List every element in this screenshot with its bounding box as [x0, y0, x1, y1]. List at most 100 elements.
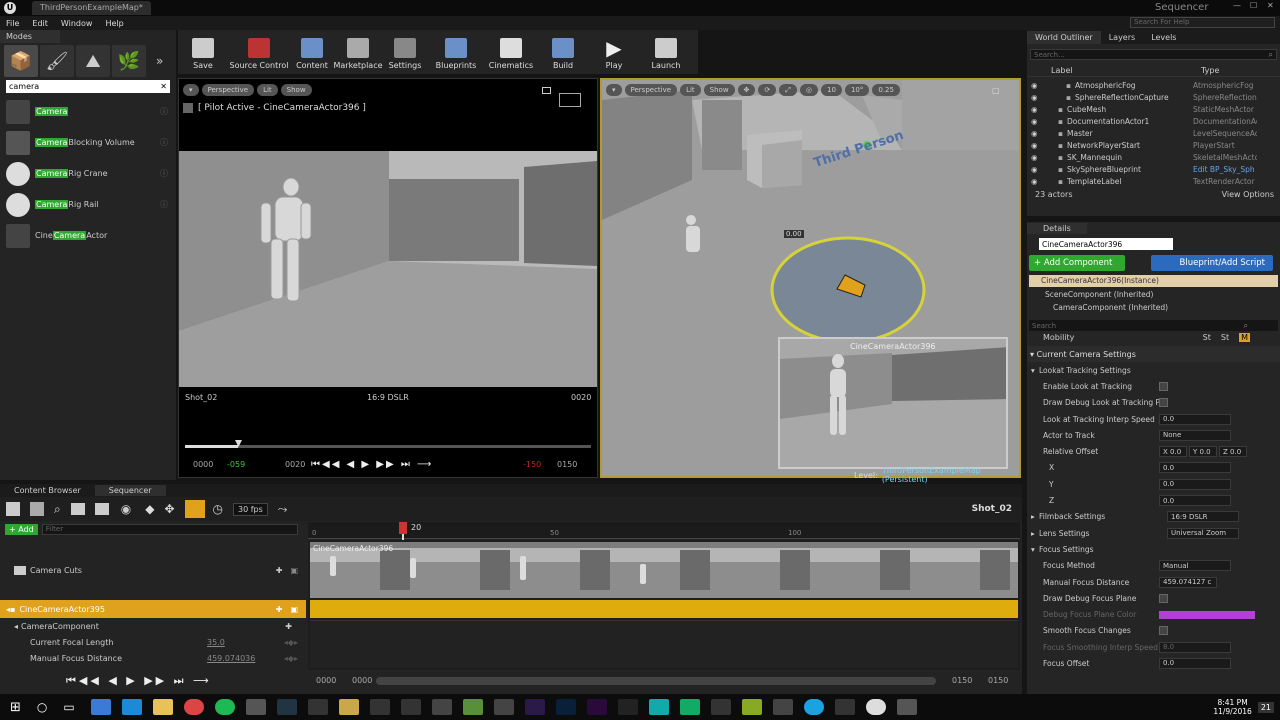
range-start-b[interactable]: 0000: [352, 676, 376, 685]
expand-icon[interactable]: ▸: [1031, 512, 1039, 521]
scale-snap-value[interactable]: 0.25: [872, 84, 900, 96]
folder-icon[interactable]: [152, 699, 173, 715]
play-button[interactable]: ▶ Play: [588, 30, 640, 74]
detail-row[interactable]: Draw Debug Look at Tracking P: [1027, 395, 1280, 411]
value-field[interactable]: 0.0: [1159, 413, 1231, 425]
save-icon[interactable]: [6, 502, 20, 516]
world-icon[interactable]: ◎: [799, 84, 819, 96]
color-swatch[interactable]: [1159, 610, 1255, 619]
component-section[interactable]: [310, 620, 1018, 668]
outliner-row[interactable]: ◉ ▪ Master LevelSequenceAct: [1027, 127, 1280, 139]
minimize-button[interactable]: —: [1233, 1, 1241, 10]
add-key-icon[interactable]: ✚: [276, 605, 283, 614]
x-field[interactable]: X 0.0: [1159, 446, 1187, 458]
close-viewport-icon[interactable]: ▢: [992, 86, 1000, 95]
detail-row[interactable]: Manual Focus Distance 459.074127 c: [1027, 574, 1280, 590]
app-icon[interactable]: [679, 699, 700, 715]
outliner-row[interactable]: ◉ ▪ SphereReflectionCapture SphereReflectio…: [1027, 91, 1280, 103]
modes-search-input[interactable]: camera: [9, 82, 160, 91]
visibility-eye-icon[interactable]: ◉: [1027, 105, 1045, 114]
transform-icon[interactable]: ✥: [164, 502, 174, 516]
value-field[interactable]: 0.0: [1159, 462, 1231, 474]
add-track-button[interactable]: + Add: [5, 524, 38, 535]
range-slider[interactable]: [376, 676, 936, 685]
time-ruler[interactable]: 0 20 50 100: [308, 522, 1020, 539]
viewport-options-button[interactable]: ▾: [606, 84, 622, 96]
level-tab[interactable]: ThirdPersonExampleMap*: [32, 1, 151, 15]
camera-cut-section[interactable]: CineCameraActor396: [310, 542, 1018, 598]
detail-row[interactable]: Focus Offset 0.0: [1027, 655, 1280, 671]
camera-icon[interactable]: [94, 503, 109, 515]
value-field[interactable]: 0.0: [1159, 495, 1231, 507]
track-focal-length[interactable]: Current Focal Length 35.0 ◂◆▸: [0, 634, 306, 650]
detail-row[interactable]: Y 0.0: [1027, 476, 1280, 492]
foliage-mode-icon[interactable]: 🌿: [112, 45, 146, 77]
detail-row[interactable]: Z 0.0: [1027, 492, 1280, 508]
app-icon[interactable]: [648, 699, 669, 715]
expand-icon[interactable]: ▾: [1031, 366, 1039, 375]
app-icon[interactable]: [834, 699, 855, 715]
photoshop-icon[interactable]: [555, 699, 576, 715]
track-value[interactable]: 35.0: [207, 638, 284, 647]
task-view-icon[interactable]: ▭: [63, 700, 74, 714]
range-end-a[interactable]: 0150: [952, 676, 988, 685]
launch-button[interactable]: Launch: [640, 30, 692, 74]
app-icon[interactable]: [276, 699, 297, 715]
rotate-tool-icon[interactable]: ⟳: [758, 84, 777, 96]
range-end-b[interactable]: 0150: [988, 676, 1008, 685]
detail-row[interactable]: Focus Smoothing Interp Speed 8.0: [1027, 639, 1280, 655]
menu-window[interactable]: Window: [61, 19, 93, 28]
info-icon[interactable]: ⓘ: [160, 199, 168, 210]
sequencer-transport[interactable]: ⏮◀◀ ◀ ▶ ▶▶ ⏭ ⟶: [66, 674, 212, 688]
list-item[interactable]: Camera ⓘ: [0, 96, 176, 127]
app-icon[interactable]: [245, 699, 266, 715]
view-options-button[interactable]: View Options: [1222, 190, 1274, 199]
outliner-row[interactable]: ◉ ▪ AtmosphericFog AtmosphericFog: [1027, 79, 1280, 91]
key-nav-icon[interactable]: ◂◆▸: [284, 638, 298, 647]
value-field[interactable]: 459.074127 c: [1159, 576, 1217, 588]
app-icon[interactable]: [369, 699, 390, 715]
eject-icon[interactable]: [183, 103, 193, 113]
list-item[interactable]: Camera Rig Rail ⓘ: [0, 189, 176, 220]
content-button[interactable]: Content: [290, 30, 334, 74]
detail-row[interactable]: Actor to Track None: [1027, 427, 1280, 443]
place-mode-icon[interactable]: 📦: [4, 45, 38, 77]
key-nav-icon[interactable]: ◂◆▸: [284, 654, 298, 663]
actor-section[interactable]: [310, 600, 1018, 618]
add-key-icon[interactable]: ✚: [276, 566, 283, 575]
value-field[interactable]: 0.0: [1159, 478, 1231, 490]
curve-editor-icon[interactable]: ⤳: [278, 502, 288, 517]
expand-icon[interactable]: ▸: [1031, 529, 1039, 538]
key-icon[interactable]: ◆: [145, 502, 154, 516]
perspective-viewport[interactable]: Third Person ▾ Perspective Lit Show ✥ ⟳ …: [600, 78, 1021, 484]
visibility-eye-icon[interactable]: ◉: [1027, 81, 1045, 90]
tab-sequencer[interactable]: Sequencer: [94, 485, 166, 496]
tab-world-outliner[interactable]: World Outliner: [1027, 30, 1101, 44]
track-camera-component[interactable]: ◂ CameraComponent ✚: [0, 618, 306, 634]
detail-row[interactable]: ▸ Lens Settings Universal Zoom: [1027, 525, 1280, 541]
render-movie-icon[interactable]: [70, 503, 85, 515]
cinematic-viewport[interactable]: ▾ Perspective Lit Show [ Pilot Active - …: [178, 78, 598, 478]
visibility-eye-icon[interactable]: ◉: [1027, 93, 1045, 102]
modes-search-box[interactable]: camera ✕: [6, 80, 170, 93]
component-scene[interactable]: SceneComponent (Inherited): [1027, 287, 1280, 299]
blueprints-button[interactable]: Blueprints: [428, 30, 484, 74]
translate-tool-icon[interactable]: ✥: [737, 84, 756, 96]
outliner-row[interactable]: ◉ ▪ TemplateLabel TextRenderActor: [1027, 175, 1280, 187]
time-snap-icon[interactable]: ◷: [213, 502, 223, 516]
add-key-icon[interactable]: ✚: [285, 622, 292, 631]
expand-icon[interactable]: ◂: [14, 622, 18, 631]
app-icon[interactable]: [307, 699, 328, 715]
after-effects-icon[interactable]: [524, 699, 545, 715]
menu-help[interactable]: Help: [105, 19, 123, 28]
app-icon[interactable]: [896, 699, 917, 715]
app-icon[interactable]: [772, 699, 793, 715]
app-icon[interactable]: [741, 699, 762, 715]
cinematics-button[interactable]: Cinematics: [484, 30, 538, 74]
visibility-eye-icon[interactable]: ◉: [1027, 177, 1045, 186]
tab-levels[interactable]: Levels: [1143, 31, 1184, 44]
scale-tool-icon[interactable]: ⤢: [779, 84, 797, 96]
track-value[interactable]: 459.074036: [207, 654, 284, 663]
detail-row[interactable]: Look at Tracking Interp Speed 0.0: [1027, 411, 1280, 427]
spotify-icon[interactable]: [214, 699, 235, 715]
